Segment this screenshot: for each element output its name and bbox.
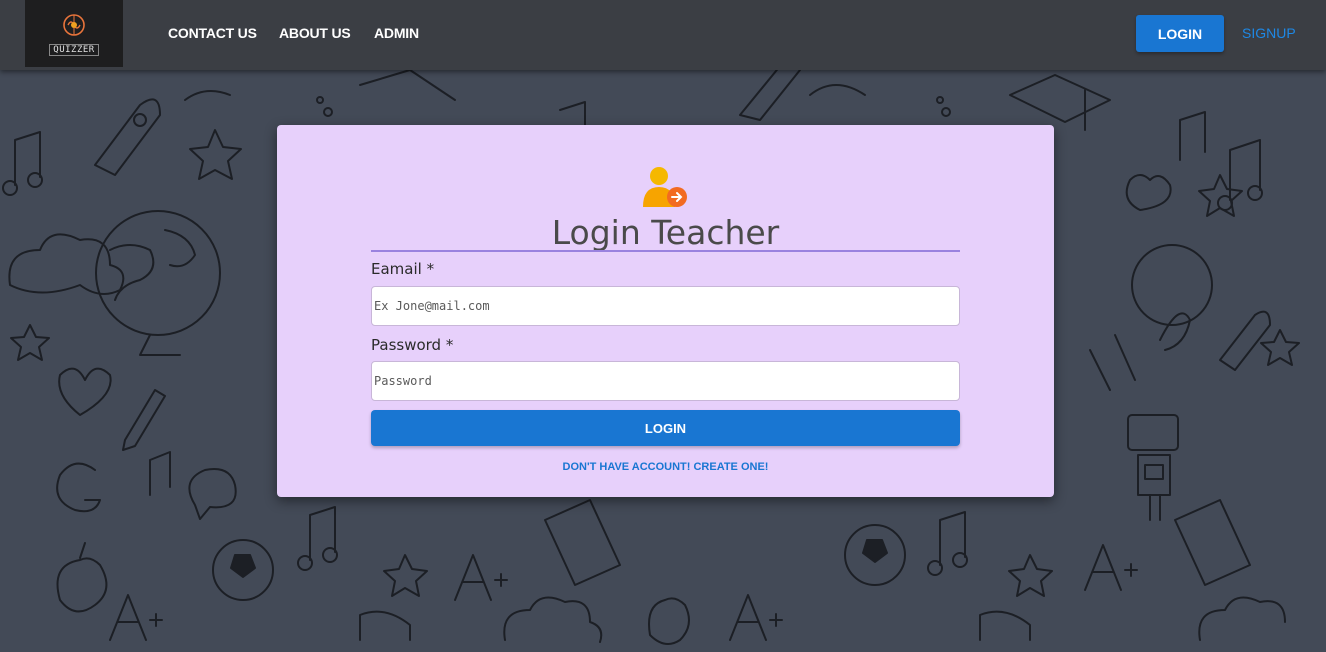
password-input[interactable] [371, 361, 960, 401]
top-navbar: QUIZZER CONTACT US ABOUT US ADMIN LOGIN … [0, 0, 1326, 70]
logo-text: QUIZZER [49, 44, 99, 56]
password-label: Password * [371, 336, 454, 354]
login-card: Login Teacher Eamail * Password * LOGIN … [277, 125, 1054, 497]
create-account-link[interactable]: DON'T HAVE ACCOUNT! CREATE ONE! [277, 461, 1054, 473]
nav-signup-button[interactable]: SIGNUP [1236, 25, 1302, 41]
nav-contact-us[interactable]: CONTACT US [168, 25, 257, 41]
nav-admin[interactable]: ADMIN [374, 25, 419, 41]
nav-login-button[interactable]: LOGIN [1136, 15, 1224, 52]
email-input[interactable] [371, 286, 960, 326]
email-label: Eamail * [371, 260, 435, 278]
brain-logo-icon [63, 14, 85, 36]
title-divider [371, 250, 960, 252]
nav-about-us[interactable]: ABOUT US [279, 25, 351, 41]
user-login-icon [643, 167, 687, 207]
page-title: Login Teacher [551, 213, 780, 252]
login-button[interactable]: LOGIN [371, 410, 960, 446]
quizzer-logo[interactable]: QUIZZER [25, 0, 123, 67]
